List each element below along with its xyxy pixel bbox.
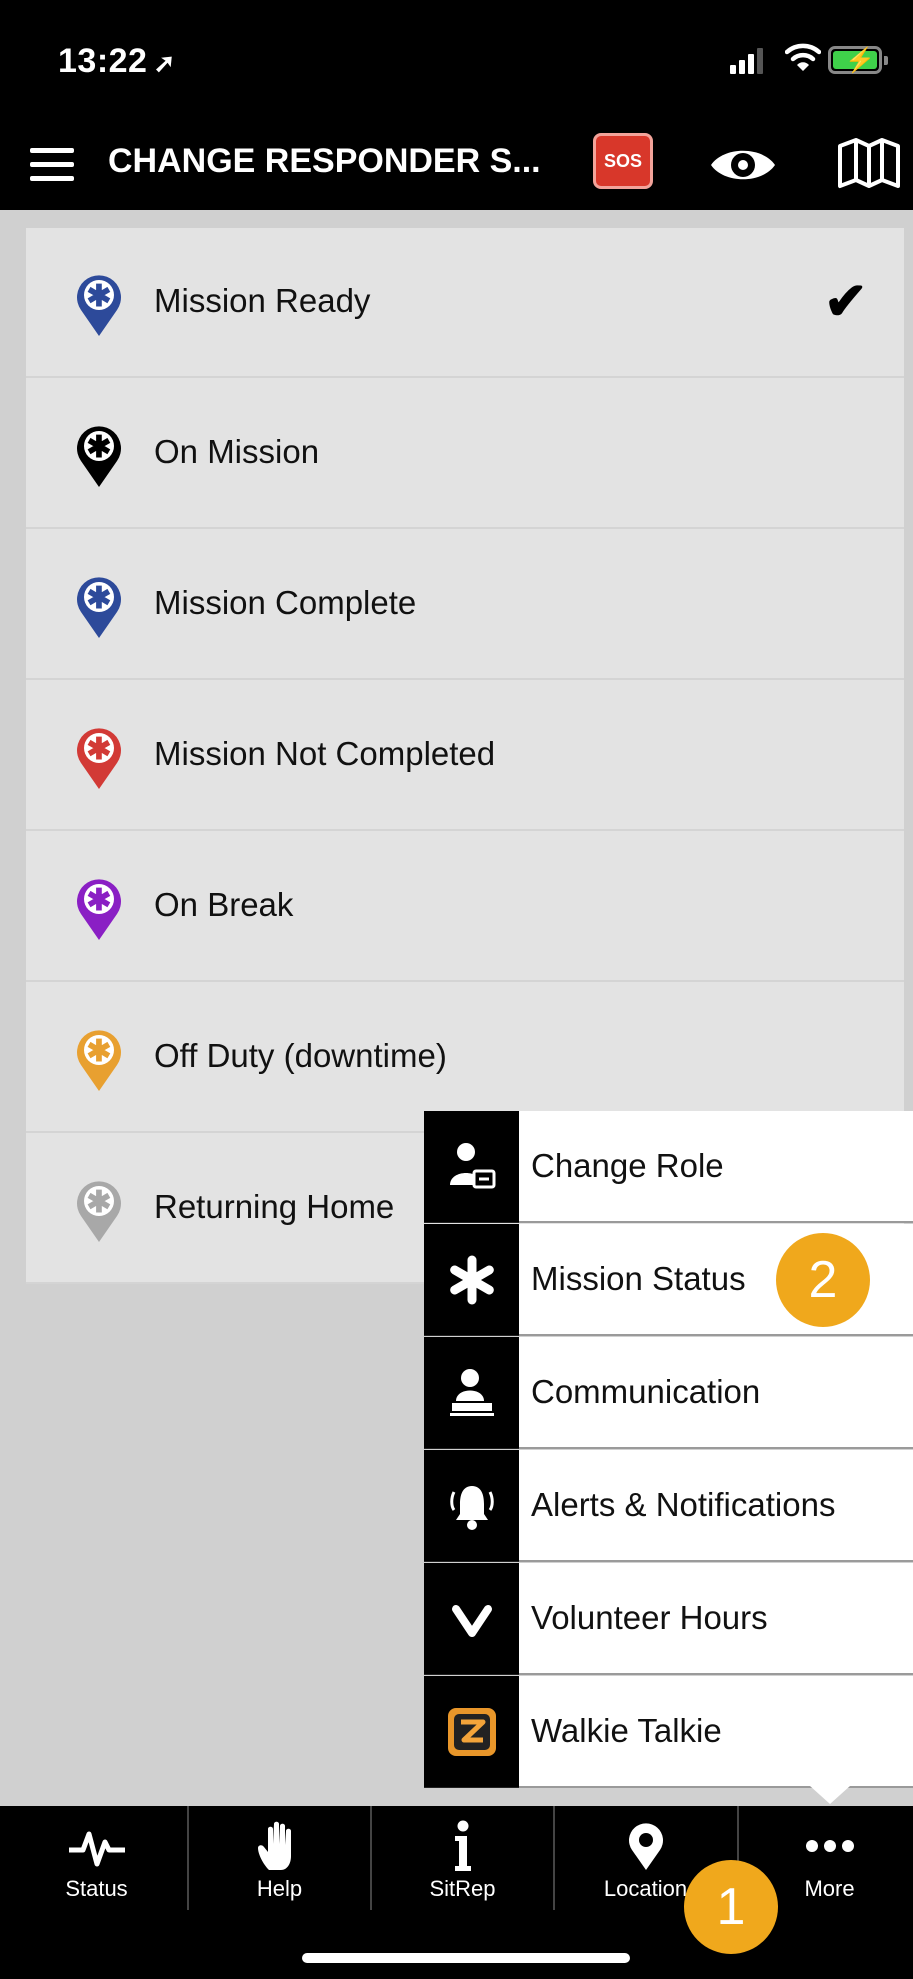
change-role-icon	[450, 1143, 496, 1189]
walkie-talkie-icon	[448, 1708, 496, 1756]
status-pin-icon: ✱	[77, 426, 121, 487]
sos-button[interactable]: SOS	[593, 133, 653, 189]
menu-item-alerts-notifications[interactable]: Alerts & Notifications	[424, 1450, 913, 1562]
more-popup-menu: Change Role Mission Status Communication	[424, 1111, 913, 1788]
status-label: Mission Complete	[154, 584, 417, 621]
eye-icon[interactable]	[708, 142, 778, 188]
selected-checkmark-icon: ✔	[824, 273, 868, 331]
app-header: CHANGE RESPONDER S... SOS	[0, 122, 913, 210]
more-dots-icon	[805, 1840, 854, 1852]
asterisk-icon	[450, 1255, 494, 1305]
status-label: Off Duty (downtime)	[154, 1037, 447, 1074]
location-arrow-icon: ➚	[153, 48, 176, 78]
menu-item-label: Change Role	[531, 1147, 724, 1184]
status-pin-icon: ✱	[77, 577, 121, 638]
communication-icon	[450, 1369, 494, 1416]
menu-item-walkie-talkie[interactable]: Walkie Talkie	[424, 1676, 913, 1788]
battery-icon: ⚡	[828, 46, 888, 74]
wifi-icon	[785, 43, 821, 71]
menu-icon[interactable]	[30, 148, 74, 182]
info-icon	[454, 1820, 471, 1871]
status-pin-icon: ✱	[77, 1030, 121, 1091]
status-option-on-break[interactable]: ✱ On Break	[26, 832, 904, 982]
menu-pointer	[810, 1786, 850, 1804]
menu-item-label: Alerts & Notifications	[531, 1486, 836, 1523]
menu-item-label: Volunteer Hours	[531, 1599, 768, 1636]
svg-text:✱: ✱	[86, 733, 111, 766]
tab-label: SitRep	[429, 1876, 496, 1901]
status-label: On Break	[154, 886, 294, 923]
location-pin-icon	[628, 1823, 663, 1870]
step-badge-1: 1	[684, 1860, 778, 1954]
status-label: Mission Not Completed	[154, 735, 496, 772]
home-indicator	[302, 1953, 630, 1963]
status-option-on-mission[interactable]: ✱ On Mission	[26, 379, 904, 529]
hand-icon	[257, 1821, 291, 1870]
menu-item-communication[interactable]: Communication	[424, 1337, 913, 1449]
tab-help[interactable]: Help	[188, 1806, 371, 1916]
status-pin-icon: ✱	[77, 275, 121, 336]
svg-text:✱: ✱	[86, 884, 111, 917]
status-option-mission-complete[interactable]: ✱ Mission Complete	[26, 530, 904, 680]
menu-item-change-role[interactable]: Change Role	[424, 1111, 913, 1223]
status-option-mission-ready[interactable]: ✱ Mission Ready ✔	[26, 228, 904, 378]
clock: 13:22 ➚	[58, 42, 176, 80]
tab-label: Help	[256, 1876, 303, 1901]
status-pin-icon: ✱	[77, 728, 121, 789]
status-option-mission-not-completed[interactable]: ✱ Mission Not Completed	[26, 681, 904, 831]
svg-text:✱: ✱	[86, 431, 111, 464]
tab-label: Status	[65, 1876, 128, 1901]
status-label: Returning Home	[154, 1188, 395, 1225]
cellular-signal-icon	[730, 48, 768, 74]
menu-item-label: Communication	[531, 1373, 761, 1410]
menu-item-label: Mission Status	[531, 1260, 746, 1297]
svg-text:✱: ✱	[86, 1186, 111, 1219]
bell-icon	[450, 1486, 494, 1530]
svg-text:✱: ✱	[86, 280, 111, 313]
status-label: On Mission	[154, 433, 320, 470]
status-pin-icon: ✱	[77, 1181, 121, 1242]
svg-text:✱: ✱	[86, 582, 111, 615]
chevron-down-icon	[452, 1605, 492, 1637]
map-icon[interactable]	[836, 136, 902, 192]
svg-text:✱: ✱	[86, 1035, 111, 1068]
page-title: CHANGE RESPONDER S...	[108, 142, 541, 180]
status-bar: 13:22 ➚ ⚡	[0, 0, 913, 122]
pulse-icon	[68, 1831, 125, 1867]
menu-item-volunteer-hours[interactable]: Volunteer Hours	[424, 1563, 913, 1675]
status-label: Mission Ready	[154, 282, 371, 319]
menu-item-label: Walkie Talkie	[531, 1712, 722, 1749]
tab-status[interactable]: Status	[5, 1806, 188, 1916]
step-badge-2: 2	[776, 1233, 870, 1327]
status-pin-icon: ✱	[77, 879, 121, 940]
tab-sitrep[interactable]: SitRep	[371, 1806, 554, 1916]
